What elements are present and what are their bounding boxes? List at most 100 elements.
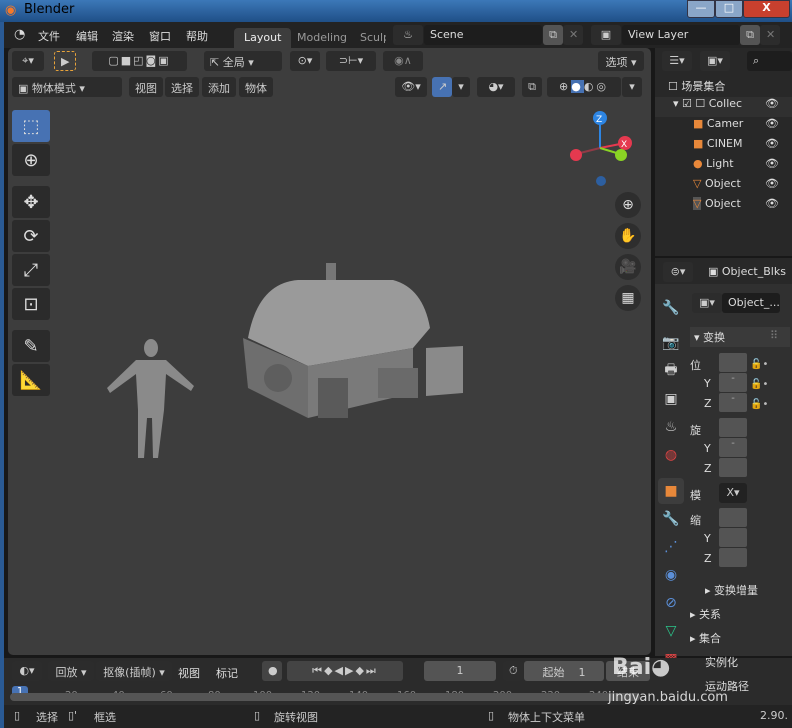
scale-tool-icon[interactable]: ⤢ xyxy=(12,254,50,286)
editor-type-icon[interactable]: ⌖▾ xyxy=(12,51,44,71)
menu-window[interactable]: 窗口 xyxy=(149,28,171,44)
current-frame-field[interactable]: 1 xyxy=(424,661,496,681)
datablock-browse-icon[interactable]: ▣▾ xyxy=(692,293,722,313)
options-dropdown[interactable]: 选项 ▾ xyxy=(598,51,644,71)
rotation-mode-dropdown[interactable]: X▾ xyxy=(719,483,747,503)
output-tab-icon[interactable]: 🖶 xyxy=(658,358,684,384)
measure-tool-icon[interactable]: 📐 xyxy=(12,364,50,396)
outliner-search-input[interactable]: ⌕ xyxy=(747,51,792,71)
snap-icon[interactable]: ⊃⊢▾ xyxy=(326,51,376,71)
tab-layout[interactable]: Layout xyxy=(234,28,292,48)
menu-render[interactable]: 渲染 xyxy=(112,28,134,44)
menu-help[interactable]: 帮助 xyxy=(186,28,208,44)
transform-tool-icon[interactable]: ⊡ xyxy=(12,288,50,320)
cursor-tool-icon[interactable]: ⊕ xyxy=(12,144,50,176)
overlays-icon[interactable]: ◕▾ xyxy=(477,77,515,97)
gizmo-neg-z-axis[interactable] xyxy=(596,176,606,186)
mode-dropdown[interactable]: ▣ 物体模式 ▾ xyxy=(12,77,122,97)
selection-mode-icons[interactable]: ▢■◰◙▣ xyxy=(92,51,187,71)
outliner-item[interactable]: ■ CINEM 👁 xyxy=(655,137,792,157)
transform-panel-header[interactable]: ▾ 变换 ⠿ xyxy=(690,327,790,347)
start-frame-field[interactable]: 起始 1 xyxy=(524,661,604,681)
eye-icon[interactable]: 👁 xyxy=(765,177,779,190)
view-layer-tab-icon[interactable]: ▣ xyxy=(658,386,684,412)
tool-tab-icon[interactable]: 🔧 xyxy=(658,295,684,321)
menu-edit[interactable]: 编辑 xyxy=(76,28,98,44)
menu-file[interactable]: 文件 xyxy=(38,28,60,44)
camera-view-icon[interactable]: 🎥 xyxy=(615,254,641,280)
select-tool-icon[interactable]: ▶ xyxy=(54,51,76,71)
visibility-icon[interactable]: 👁▾ xyxy=(395,77,427,97)
location-x-field[interactable] xyxy=(719,353,747,372)
timeline-editor-icon[interactable]: ◐▾ xyxy=(12,661,42,681)
scale-x-field[interactable] xyxy=(719,508,747,527)
shading-dropdown-icon[interactable]: ▾ xyxy=(622,77,642,97)
scene-name-field[interactable]: Scene xyxy=(424,25,542,45)
gizmo-neg-x-axis[interactable] xyxy=(570,149,582,161)
scale-z-field[interactable] xyxy=(719,548,747,567)
drag-handle-icon[interactable]: ⠿ xyxy=(770,329,778,342)
menu-add[interactable]: 添加 xyxy=(202,77,236,97)
rotation-y-field[interactable]: - xyxy=(719,438,747,457)
eye-icon[interactable]: 👁 xyxy=(765,197,779,210)
menu-object[interactable]: 物体 xyxy=(239,77,273,97)
delta-transform-header[interactable]: ▸ 变换增量 xyxy=(705,582,758,598)
outliner-item[interactable]: ▾ ☑ ☐ Collec 👁 xyxy=(655,97,792,117)
tab-sculpting[interactable]: Sculp xyxy=(352,28,386,48)
view-layer-icon[interactable]: ▣ xyxy=(591,25,621,45)
location-z-field[interactable]: - xyxy=(719,393,747,412)
eye-icon[interactable]: 👁 xyxy=(765,157,779,170)
outliner-filter-icon[interactable]: ▣▾ xyxy=(700,51,730,71)
rotation-x-field[interactable] xyxy=(719,418,747,437)
maximize-button[interactable]: □ xyxy=(715,0,743,18)
modifier-tab-icon[interactable]: 🔧 xyxy=(658,506,684,532)
shading-mode-icons[interactable]: ⊕●◐◎ xyxy=(547,77,621,97)
rotation-z-field[interactable] xyxy=(719,458,747,477)
proportional-edit-icon[interactable]: ◉∧ xyxy=(383,51,423,71)
copy-view-layer-icon[interactable]: ⧉ xyxy=(740,25,760,45)
menu-select[interactable]: 选择 xyxy=(165,77,199,97)
outliner-display-mode-icon[interactable]: ☰▾ xyxy=(662,51,692,71)
eye-icon[interactable]: 👁 xyxy=(765,117,779,130)
zoom-icon[interactable]: ⊕ xyxy=(615,192,641,218)
particles-tab-icon[interactable]: ⋰ xyxy=(658,534,684,560)
physics-tab-icon[interactable]: ◉ xyxy=(658,562,684,588)
xray-icon[interactable]: ⧉ xyxy=(522,77,542,97)
minimize-button[interactable]: — xyxy=(687,0,715,18)
tab-modeling[interactable]: Modeling xyxy=(287,28,357,48)
playback-dropdown[interactable]: 回放 ▾ xyxy=(48,661,94,681)
scale-y-field[interactable] xyxy=(719,528,747,547)
render-tab-icon[interactable]: 📷 xyxy=(658,330,684,356)
datablock-name-field[interactable]: Object_... xyxy=(722,293,780,313)
data-tab-icon[interactable]: ▽ xyxy=(658,618,684,644)
transform-orientation-dropdown[interactable]: ⇱ 全局 ▾ xyxy=(204,51,282,71)
lock-icons[interactable]: 🔓• 🔓• 🔓• xyxy=(750,355,768,415)
menu-view[interactable]: 视图 xyxy=(129,77,163,97)
outliner-item[interactable]: ▽ Object 👁 xyxy=(655,197,792,217)
timeline-menu-marker[interactable]: 标记 xyxy=(216,665,238,681)
timeline-menu-view[interactable]: 视图 xyxy=(178,665,200,681)
annotate-tool-icon[interactable]: ✎ xyxy=(12,330,50,362)
delete-scene-icon[interactable]: ✕ xyxy=(563,25,583,45)
timeline-scrollbar[interactable] xyxy=(10,693,640,701)
rotate-tool-icon[interactable]: ⟳ xyxy=(12,220,50,252)
close-button[interactable]: X xyxy=(743,0,790,18)
pivot-point-icon[interactable]: ⊙▾ xyxy=(290,51,320,71)
world-tab-icon[interactable]: ◍ xyxy=(658,442,684,468)
copy-scene-icon[interactable]: ⧉ xyxy=(543,25,563,45)
record-icon[interactable]: ● xyxy=(262,661,282,681)
relations-panel-header[interactable]: ▸ 关系 xyxy=(690,606,721,622)
view-layer-field[interactable]: View Layer xyxy=(622,25,740,45)
keying-dropdown[interactable]: 抠像(插帧) ▾ xyxy=(96,661,172,681)
select-box-tool-icon[interactable]: ⬚ xyxy=(12,110,50,142)
eye-icon[interactable]: 👁 xyxy=(765,97,779,110)
location-y-field[interactable]: - xyxy=(719,373,747,392)
eye-icon[interactable]: 👁 xyxy=(765,137,779,150)
outliner-scene-collection[interactable]: ☐ 场景集合 xyxy=(655,78,792,98)
3d-viewport[interactable]: Z X xyxy=(8,48,651,655)
scene-tab-icon[interactable]: ♨ xyxy=(658,414,684,440)
constraints-tab-icon[interactable]: ⊘ xyxy=(658,590,684,616)
collections-panel-header[interactable]: ▸ 集合 xyxy=(690,630,721,646)
object-tab-icon[interactable]: ■ xyxy=(658,478,684,504)
perspective-grid-icon[interactable]: ▦ xyxy=(615,285,641,311)
